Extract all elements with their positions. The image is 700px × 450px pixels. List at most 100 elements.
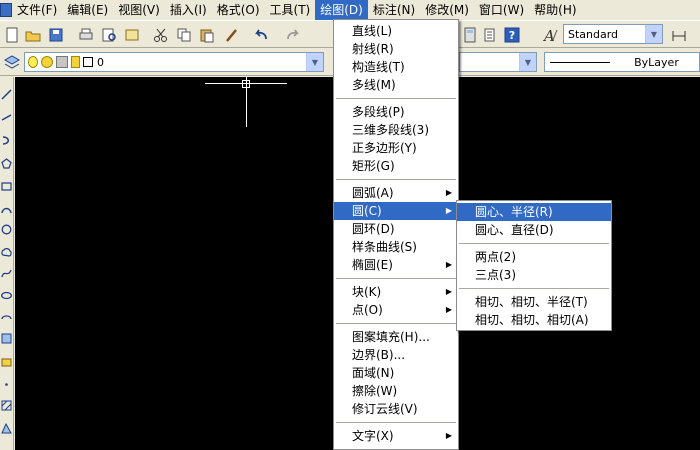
menu-item-region[interactable]: 面域(N): [334, 364, 458, 382]
menu-separator: [457, 284, 611, 293]
new-file-icon[interactable]: [3, 26, 21, 44]
submenu-arrow-icon: ▶: [445, 305, 452, 314]
polygon-icon[interactable]: [1, 158, 12, 169]
menu-item-construction-line[interactable]: 构造线(T): [334, 58, 458, 76]
menu-item-spline[interactable]: 样条曲线(S): [334, 238, 458, 256]
sheet-set-icon[interactable]: [481, 26, 499, 44]
chevron-down-icon[interactable]: ▼: [306, 53, 323, 71]
text-style-value: Standard: [568, 27, 619, 41]
menu-item-arc[interactable]: 圆弧(A) ▶: [334, 184, 458, 202]
menu-view[interactable]: 视图(V): [113, 0, 165, 20]
layer-freeze-icon: [41, 56, 53, 68]
menu-item-ray[interactable]: 射线(R): [334, 40, 458, 58]
menu-separator: [334, 175, 458, 184]
paste-icon[interactable]: [198, 26, 216, 44]
undo-icon[interactable]: [252, 26, 270, 44]
menu-tools[interactable]: 工具(T): [265, 0, 316, 20]
ellipse-icon[interactable]: [1, 290, 12, 301]
menu-item-block[interactable]: 块(K) ▶: [334, 283, 458, 301]
spline-icon[interactable]: [1, 268, 12, 279]
submenu-item-2point[interactable]: 两点(2): [457, 248, 611, 266]
ellipse-arc-icon[interactable]: [1, 313, 12, 324]
arc-icon[interactable]: [1, 204, 12, 215]
menu-item-text-label: 文字(X): [352, 429, 394, 443]
menu-item-point-label: 点(O): [352, 303, 383, 317]
menu-dimension[interactable]: 标注(N): [368, 0, 420, 20]
layer-manager-icon[interactable]: [3, 53, 21, 71]
publish-icon[interactable]: [123, 26, 141, 44]
menu-item-polygon[interactable]: 正多边形(Y): [334, 139, 458, 157]
menu-item-hatch[interactable]: 图案填充(H)...: [334, 328, 458, 346]
menu-item-donut[interactable]: 圆环(D): [334, 220, 458, 238]
print-icon[interactable]: [77, 26, 95, 44]
polyline-icon[interactable]: [1, 135, 12, 146]
calculator-icon[interactable]: [461, 26, 479, 44]
submenu-item-3point[interactable]: 三点(3): [457, 266, 611, 284]
menu-separator: [334, 274, 458, 283]
layer-combo[interactable]: 0 ▼: [24, 52, 324, 72]
submenu-arrow-icon: ▶: [445, 431, 452, 440]
copy-icon[interactable]: [175, 26, 193, 44]
menu-item-wipeout[interactable]: 擦除(W): [334, 382, 458, 400]
menu-item-circle[interactable]: 圆(C) ▶: [334, 202, 458, 220]
make-block-icon[interactable]: [1, 356, 12, 367]
submenu-item-center-diameter[interactable]: 圆心、直径(D): [457, 221, 611, 239]
menu-window[interactable]: 窗口(W): [474, 0, 529, 20]
line-tool-icon[interactable]: [1, 89, 12, 100]
submenu-item-ttr[interactable]: 相切、相切、半径(T): [457, 293, 611, 311]
chevron-down-icon[interactable]: ▼: [645, 25, 662, 43]
menu-modify[interactable]: 修改(M): [420, 0, 474, 20]
layer-color-swatch: [83, 57, 93, 67]
menu-item-boundary[interactable]: 边界(B)...: [334, 346, 458, 364]
autocad-window: 文件(F) 编辑(E) 视图(V) 插入(I) 格式(O) 工具(T) 绘图(D…: [0, 0, 700, 450]
menu-item-point[interactable]: 点(O) ▶: [334, 301, 458, 319]
menu-separator: [334, 94, 458, 103]
menu-item-ellipse[interactable]: 椭圆(E) ▶: [334, 256, 458, 274]
menu-item-text[interactable]: 文字(X) ▶: [334, 427, 458, 445]
menu-edit[interactable]: 编辑(E): [62, 0, 113, 20]
menu-draw[interactable]: 绘图(D): [315, 0, 368, 20]
menu-separator: [334, 319, 458, 328]
point-icon[interactable]: [1, 379, 12, 390]
menu-item-multiline[interactable]: 多线(M): [334, 76, 458, 94]
rectangle-icon[interactable]: [1, 181, 12, 192]
text-style-combo[interactable]: Standard ▼: [563, 24, 663, 44]
plot-preview-icon[interactable]: [100, 26, 118, 44]
menu-separator: [457, 239, 611, 248]
menu-file[interactable]: 文件(F): [12, 0, 62, 20]
menu-format[interactable]: 格式(O): [212, 0, 265, 20]
menu-separator: [334, 418, 458, 427]
app-icon[interactable]: [0, 3, 12, 17]
cut-icon[interactable]: [152, 26, 170, 44]
text-style-icon[interactable]: A: [541, 26, 559, 44]
help-icon[interactable]: ?: [503, 26, 521, 44]
redo-icon[interactable]: [284, 26, 302, 44]
menu-item-polyline[interactable]: 多段线(P): [334, 103, 458, 121]
circle-icon[interactable]: [1, 224, 12, 235]
menu-help[interactable]: 帮助(H): [529, 0, 581, 20]
menu-insert[interactable]: 插入(I): [165, 0, 212, 20]
menu-item-3d-polyline[interactable]: 三维多段线(3): [334, 121, 458, 139]
open-folder-icon[interactable]: [24, 26, 42, 44]
submenu-arrow-icon: ▶: [445, 287, 452, 296]
region-icon[interactable]: [1, 422, 12, 434]
linetype-combo[interactable]: ByLayer: [544, 52, 700, 72]
menu-item-circle-label: 圆(C): [352, 204, 382, 218]
dim-style-icon[interactable]: [670, 26, 688, 44]
crosshair-pickbox: [242, 80, 250, 88]
menu-item-arc-label: 圆弧(A): [352, 186, 394, 200]
menu-item-revcloud[interactable]: 修订云线(V): [334, 400, 458, 418]
circle-submenu: 圆心、半径(R) 圆心、直径(D) 两点(2) 三点(3) 相切、相切、半径(T…: [456, 200, 612, 331]
insert-block-icon[interactable]: [1, 333, 12, 344]
revision-cloud-icon[interactable]: [1, 247, 12, 258]
menu-item-rectangle[interactable]: 矩形(G): [334, 157, 458, 175]
construction-line-icon[interactable]: [1, 112, 12, 123]
match-properties-icon[interactable]: [223, 26, 241, 44]
color-combo[interactable]: ▼: [459, 52, 537, 72]
submenu-item-center-radius[interactable]: 圆心、半径(R): [457, 203, 611, 221]
save-icon[interactable]: [47, 26, 65, 44]
hatch-icon[interactable]: [1, 400, 12, 411]
chevron-down-icon[interactable]: ▼: [519, 53, 536, 71]
submenu-item-ttt[interactable]: 相切、相切、相切(A): [457, 311, 611, 329]
menu-item-line[interactable]: 直线(L): [334, 22, 458, 40]
